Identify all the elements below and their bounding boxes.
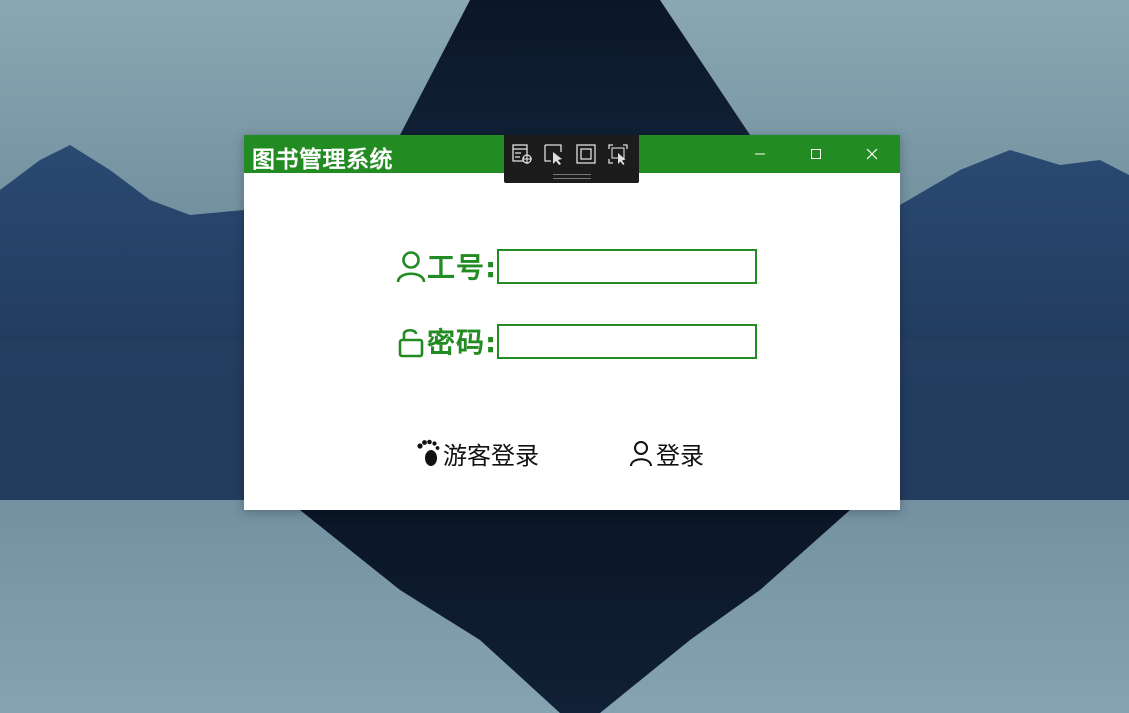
employee-id-row: 工号: [395,248,758,284]
xaml-debug-toolbar [504,135,639,183]
minimize-icon [754,145,766,164]
select-element-button[interactable] [541,143,567,169]
live-visual-tree-icon [511,143,533,169]
employee-id-input[interactable] [497,248,758,284]
close-icon [866,145,878,164]
password-input[interactable] [497,323,758,359]
close-button[interactable] [844,135,900,173]
guest-login-button[interactable]: 游客登录 [415,433,539,473]
unlock-icon [395,323,427,359]
track-focused-element-icon [607,143,629,169]
employee-id-label: 工号: [427,251,498,284]
window-title: 图书管理系统 [252,147,393,173]
toolbar-grip[interactable] [553,174,591,179]
footprint-icon [415,438,441,468]
password-row: 密码: [395,323,758,359]
password-label: 密码: [427,326,498,359]
guest-login-label: 游客登录 [443,441,539,470]
minimize-button[interactable] [732,135,788,173]
track-focused-element-button[interactable] [605,143,631,169]
display-layout-adorners-icon [575,143,597,169]
login-button[interactable]: 登录 [628,433,704,473]
live-visual-tree-button[interactable] [509,143,535,169]
maximize-icon [810,145,822,164]
login-label: 登录 [656,441,704,470]
maximize-button[interactable] [788,135,844,173]
user-icon [395,248,427,284]
display-layout-adorners-button[interactable] [573,143,599,169]
login-window: 图书管理系统 工号: 密码: 游客登录 登录 [244,135,900,510]
select-element-icon [543,143,565,169]
user-icon [628,438,654,468]
